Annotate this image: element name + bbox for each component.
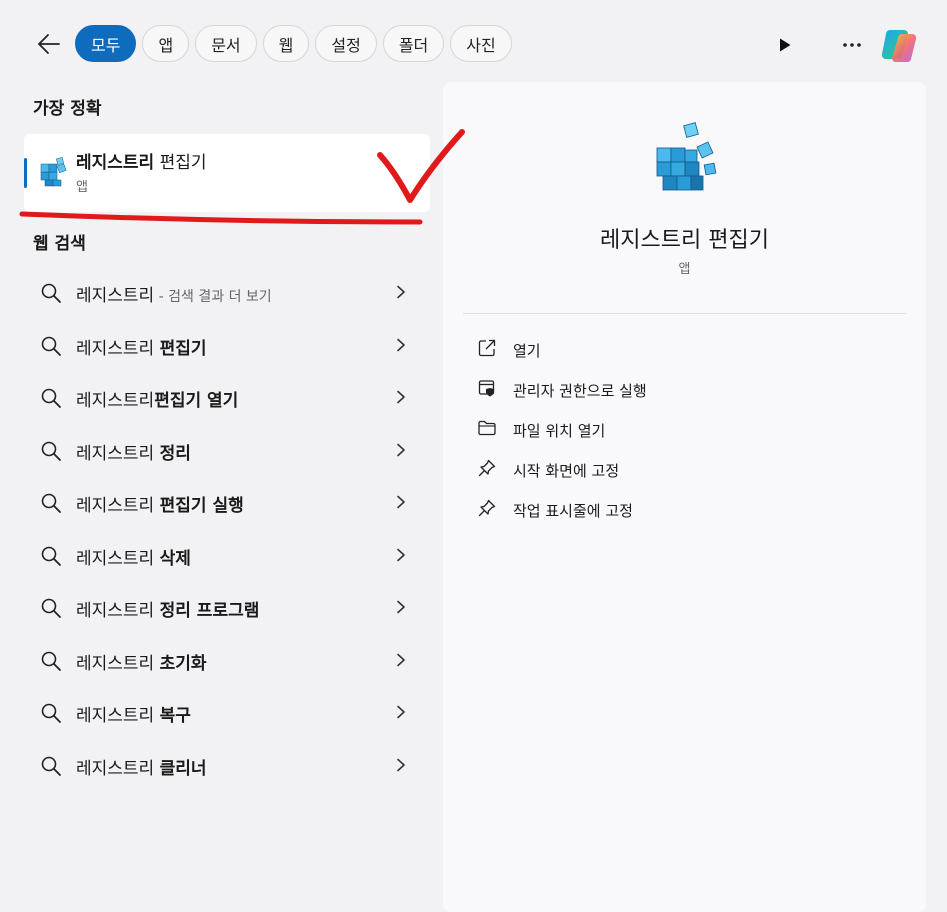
chevron-right-icon [397,758,405,771]
chevron-right-icon [397,338,405,351]
action-label: 관리자 권한으로 실행 [513,382,647,400]
web-search-item[interactable]: 레지스트리 복구 [24,690,424,734]
detail-app-type: 앱 [678,262,691,277]
more-dots-icon [843,43,861,47]
filter-folders[interactable]: 폴더 [382,25,445,62]
web-search-text: 레지스트리 클리너 [76,758,207,779]
search-icon [41,441,61,461]
search-icon [41,388,61,408]
search-icon [41,756,61,776]
web-search-item[interactable]: 레지스트리 정리 프로그램 [24,585,424,629]
web-search-item[interactable]: 레지스트리편집기 열기 [24,375,424,419]
pin-icon [478,459,496,477]
best-match-result[interactable]: 레지스트리 편집기 앱 [24,134,430,212]
copilot-button[interactable] [880,24,922,66]
play-button[interactable] [770,30,800,60]
web-search-text: 레지스트리 정리 [76,443,191,464]
web-search-text: 레지스트리 삭제 [76,548,191,569]
action-open[interactable]: 열기 [471,332,901,366]
web-search-text: 레지스트리 복구 [76,706,191,726]
web-search-item[interactable]: 레지스트리 초기화 [24,638,424,682]
back-arrow-icon [38,34,60,54]
chevron-right-icon [397,705,405,719]
action-pin-to-start[interactable]: 시작 화면에 고정 [471,452,901,486]
filter-photos[interactable]: 사진 [450,25,512,62]
web-search-text: 레지스트리 정리 프로그램 [76,601,260,621]
filter-apps[interactable]: 앱 [142,25,190,62]
open-external-icon [478,339,496,357]
play-icon [780,38,791,52]
web-search-item[interactable]: 레지스트리 정리 [24,428,424,472]
action-label: 파일 위치 열기 [513,422,606,440]
action-open-file-location[interactable]: 파일 위치 열기 [471,412,901,446]
more-options-button[interactable] [836,30,868,60]
action-label: 시작 화면에 고정 [513,462,620,480]
chevron-right-icon [397,443,405,456]
back-button[interactable] [32,27,66,61]
chevron-right-icon [397,653,405,666]
result-name: 레지스트리 편집기 [76,153,207,173]
action-label: 작업 표시줄에 고정 [513,502,633,520]
chevron-right-icon [397,390,405,404]
action-run-as-admin[interactable]: 관리자 권한으로 실행 [471,372,901,406]
result-type: 앱 [76,180,88,195]
copilot-icon [881,30,917,63]
web-search-item[interactable]: 레지스트리 편집기 실행 [24,480,424,524]
search-icon [41,703,61,723]
search-icon [41,283,61,303]
search-icon [41,598,61,618]
filter-chips: 모두 앱 문서 웹 설정 폴더 사진 [75,25,512,62]
search-icon [41,651,61,671]
search-icon [41,336,61,356]
chevron-right-icon [397,285,405,299]
detail-panel: 레지스트리 편집기 앱 열기 관리자 권한으로 실행 파일 위치 열기 시작 화… [443,82,926,912]
action-pin-to-taskbar[interactable]: 작업 표시줄에 고정 [471,492,901,526]
detail-app-name: 레지스트리 편집기 [600,228,769,253]
search-icon [41,546,61,566]
folder-icon [478,420,496,436]
web-search-item[interactable]: 레지스트리 삭제 [24,533,424,577]
web-search-item[interactable]: 레지스트리 클리너 [24,743,424,787]
divider [463,313,906,314]
web-search-heading: 웹 검색 [33,234,86,254]
filter-settings[interactable]: 설정 [315,25,377,62]
pin-icon [478,499,496,517]
best-match-heading: 가장 정확 [33,99,102,119]
web-search-text: 레지스트리 편집기 [76,338,207,359]
filter-documents[interactable]: 문서 [195,25,257,62]
search-icon [41,493,61,513]
web-search-item[interactable]: 레지스트리 - 검색 결과 더 보기 [24,270,424,314]
registry-editor-large-icon [656,122,717,191]
chevron-right-icon [397,548,405,561]
admin-shield-icon [478,380,495,397]
web-search-text: 레지스트리 초기화 [76,653,207,674]
chevron-right-icon [397,495,405,509]
filter-all[interactable]: 모두 [75,25,137,62]
chevron-right-icon [397,600,405,614]
action-label: 열기 [513,342,541,360]
web-search-text: 레지스트리 편집기 실행 [76,496,244,516]
top-bar: 모두 앱 문서 웹 설정 폴더 사진 [0,0,947,88]
web-search-text: 레지스트리편집기 열기 [76,391,239,411]
annotation-underline [19,211,423,225]
web-search-item[interactable]: 레지스트리 편집기 [24,323,424,367]
selection-indicator [24,158,27,188]
registry-editor-icon [40,157,67,187]
filter-web[interactable]: 웹 [262,25,310,62]
web-search-text: 레지스트리 - 검색 결과 더 보기 [76,286,272,306]
